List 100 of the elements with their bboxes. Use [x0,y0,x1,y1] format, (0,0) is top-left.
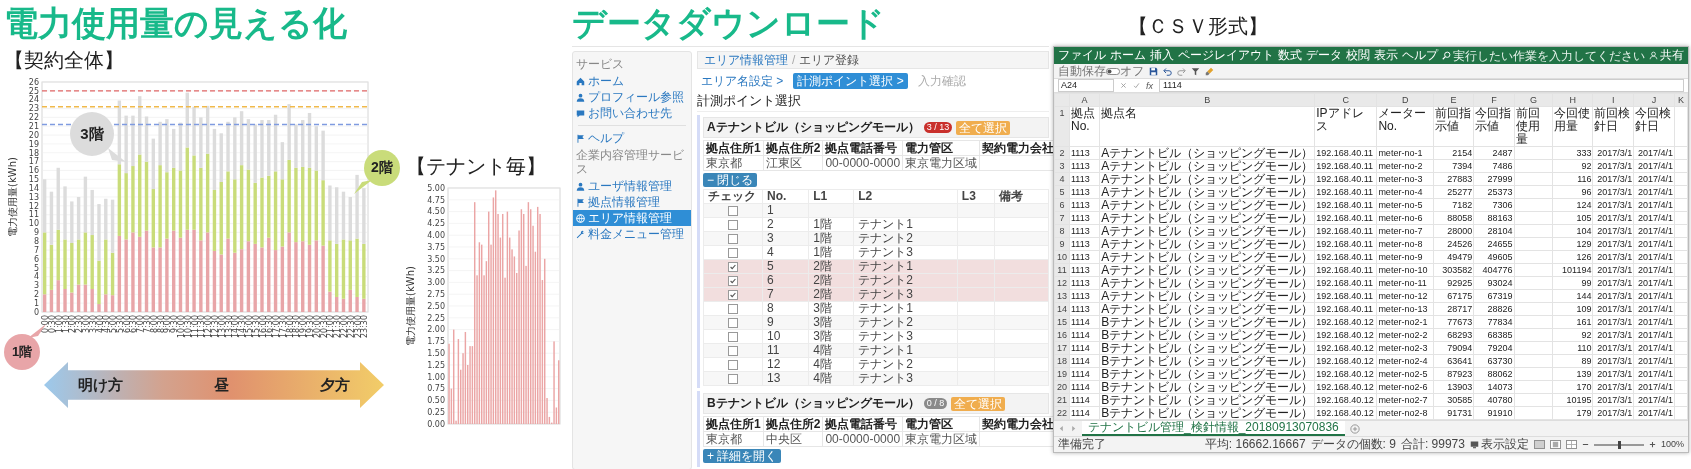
axis-tick-label: 3.50 [427,254,445,264]
row-number[interactable]: 14 [1054,302,1070,316]
zoom-slider[interactable] [1593,443,1644,446]
formula-field[interactable]: 1114 [1159,79,1684,92]
zoom-out-icon[interactable] [1581,441,1589,448]
column-header[interactable]: B [1099,93,1315,107]
sidebar-item[interactable]: ホーム [573,73,691,89]
previous-sheet-icon[interactable] [1058,425,1065,432]
row-number[interactable]: 8 [1054,224,1070,238]
checkbox[interactable] [728,289,738,300]
check-icon[interactable] [1133,82,1140,89]
spreadsheet-cell: 10195 [1552,393,1593,407]
next-sheet-icon[interactable] [1070,425,1077,432]
sidebar-item[interactable]: ユーザ情報管理 [573,178,691,194]
spreadsheet-cell: 25373 [1473,185,1515,199]
spreadsheet-cell: meter-no-8 [1376,237,1434,251]
search-field[interactable]: 実行したい作業を入力してください [1442,48,1645,63]
row-number[interactable]: 12 [1054,276,1070,290]
row-number[interactable]: 10 [1054,250,1070,264]
column-header[interactable]: E [1433,93,1474,107]
toggle-button[interactable]: − 閉じる [703,173,758,187]
axis-tick-label: 4:00 [95,315,105,333]
column-header[interactable]: A [1069,93,1100,107]
redo-icon[interactable] [1177,66,1186,76]
spreadsheet-cell: 1113 [1069,302,1100,316]
sidebar-item[interactable]: 拠点情報管理 [573,194,691,210]
checkbox[interactable] [728,303,738,314]
row-number[interactable]: 6 [1054,198,1070,212]
menu-tab[interactable]: 数式 [1278,48,1302,63]
step-tab[interactable]: 計測ポイント選択 > [793,73,908,89]
slider-thumb[interactable] [1617,440,1621,449]
page-layout-icon[interactable] [1549,440,1561,449]
checkbox[interactable] [728,233,738,244]
column-header[interactable]: H [1552,93,1593,107]
menu-tab[interactable]: ファイル [1058,48,1106,63]
zoom-in-icon[interactable] [1648,441,1656,448]
checkbox[interactable] [728,205,738,216]
step-tab[interactable]: エリア名設定 > [697,73,788,89]
checkbox[interactable] [728,359,738,370]
checkbox[interactable] [728,317,738,328]
sheet-tab[interactable]: テナントビル管理_検針情報_20180913070836 [1082,421,1345,436]
row-number[interactable]: 1 [1054,106,1070,147]
column-header[interactable]: F [1473,93,1515,107]
menu-tab[interactable]: 挿入 [1150,48,1174,63]
row-number[interactable]: 18 [1054,354,1070,368]
row-number[interactable]: 4 [1054,172,1070,186]
name-box[interactable]: A24 [1058,79,1114,92]
share-button[interactable]: 共有 [1649,48,1684,63]
sidebar-item[interactable]: 料金メニュー管理 [573,226,691,242]
spreadsheet-cell: 333 [1552,146,1593,160]
checkbox[interactable] [728,219,738,230]
menu-tab[interactable]: データ [1306,48,1342,63]
checkbox[interactable] [728,331,738,342]
spreadsheet-cell: 88058 [1433,211,1474,225]
row-number[interactable]: 2 [1054,146,1070,160]
function-button[interactable]: fx [1146,80,1153,91]
menu-tab[interactable]: ページレイアウト [1178,48,1274,63]
checkbox[interactable] [728,247,738,258]
normal-view-icon[interactable] [1533,440,1545,449]
sidebar-item[interactable]: エリア情報管理 [573,210,691,226]
spreadsheet-cell: 192.168.40.11 [1314,302,1377,316]
spreadsheet-cell: 2017/4/1 [1633,250,1675,264]
undo-icon[interactable] [1163,66,1172,76]
brush-icon[interactable] [1205,66,1214,76]
column-header[interactable]: J [1633,93,1675,107]
axis-tick-label: 3 [33,281,39,291]
column-header[interactable]: C [1314,93,1377,107]
checkbox[interactable] [728,275,738,286]
sidebar-item[interactable]: ヘルプ [573,130,691,146]
column-header[interactable]: D [1376,93,1434,107]
column-header[interactable]: G [1514,93,1553,107]
spreadsheet-cell: 2017/3/1 [1593,211,1634,225]
cancel-icon[interactable] [1120,82,1127,89]
menu-tab[interactable]: 表示 [1374,48,1398,63]
spreadsheet-cell: 拠点No. [1069,106,1100,147]
menu-tab[interactable]: ヘルプ [1402,48,1438,63]
sidebar-item[interactable]: お問い合わせ先 [573,105,691,121]
checkbox[interactable] [728,373,738,384]
spreadsheet-cell: 2017/4/1 [1633,185,1675,199]
column-header[interactable]: I [1593,93,1634,107]
add-sheet-icon[interactable] [1349,423,1360,434]
checkbox[interactable] [728,345,738,356]
spreadsheet-cell: 2017/3/1 [1593,237,1634,251]
menu-tab[interactable]: 校閲 [1346,48,1370,63]
toggle-button[interactable]: + 詳細を開く [703,449,782,463]
section-title: 電力使用量の見える化 [4,3,348,44]
page-break-icon[interactable] [1565,440,1577,449]
row-number[interactable]: 20 [1054,380,1070,394]
table-cell: 3階 [808,301,854,316]
autosave-toggle[interactable]: 自動保存 オフ [1058,64,1144,78]
row-number[interactable]: 16 [1054,328,1070,342]
spreadsheet-cell: 拠点名 [1099,106,1315,147]
sidebar-item[interactable]: プロフィール参照 [573,89,691,105]
spreadsheet-cell: Aテナントビル（ショッピングモール） [1099,263,1315,277]
checkbox[interactable] [728,261,738,272]
save-icon[interactable] [1149,66,1158,76]
breadcrumb-link[interactable]: エリア情報管理 [704,53,788,67]
filter-icon[interactable] [1191,66,1200,76]
menu-tab[interactable]: ホーム [1110,48,1146,63]
display-settings-button[interactable]: 表示設定 [1469,437,1529,452]
